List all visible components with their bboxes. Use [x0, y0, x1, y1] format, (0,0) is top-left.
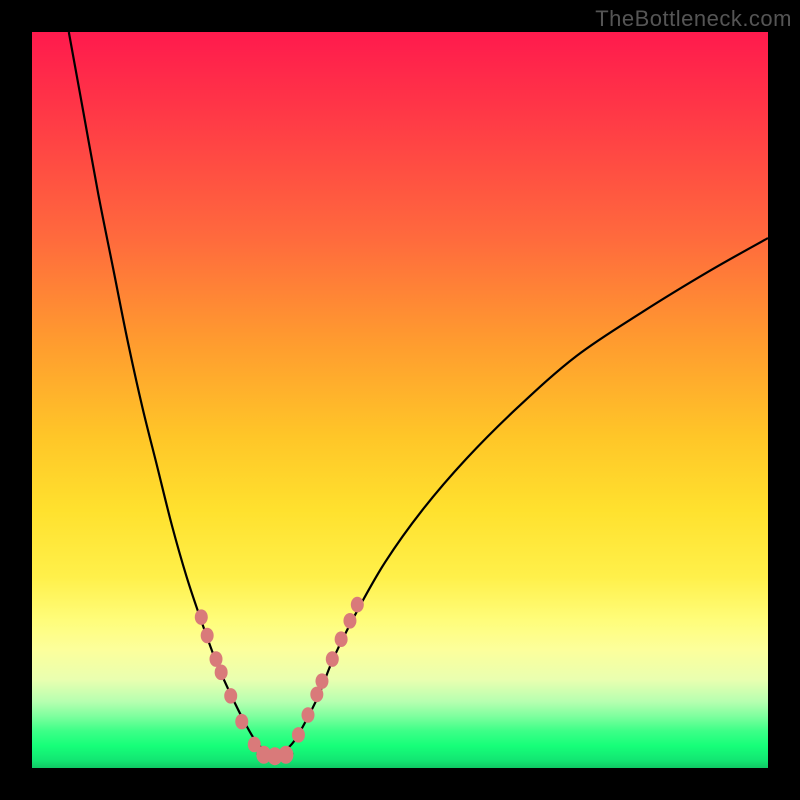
bead-marker: [343, 613, 356, 629]
bead-marker: [315, 673, 328, 689]
bead-marker: [215, 665, 228, 681]
plot-area: [32, 32, 768, 768]
right-curve: [282, 238, 768, 753]
watermark-text: TheBottleneck.com: [595, 6, 792, 32]
curve-layer: [32, 32, 768, 768]
left-curve: [69, 32, 268, 753]
bead-group: [195, 597, 364, 765]
bead-marker: [195, 609, 208, 625]
bead-marker: [235, 714, 248, 730]
bead-marker: [201, 628, 214, 644]
bead-marker: [292, 727, 305, 743]
bead-marker: [278, 746, 293, 764]
bead-marker: [351, 597, 364, 613]
bead-marker: [210, 651, 223, 667]
outer-frame: TheBottleneck.com: [0, 0, 800, 800]
bead-marker: [310, 687, 323, 703]
bead-marker: [224, 688, 237, 704]
bead-marker: [302, 707, 315, 723]
bead-marker: [335, 631, 348, 647]
bead-marker: [326, 651, 339, 667]
